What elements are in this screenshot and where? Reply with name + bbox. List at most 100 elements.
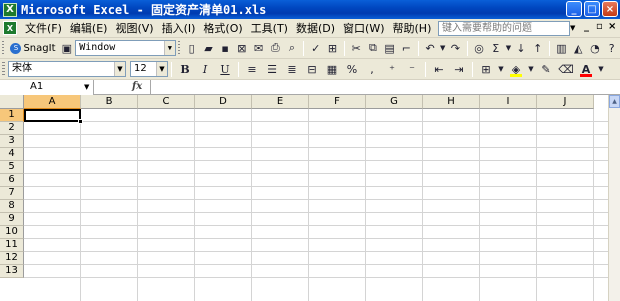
chevron-down-icon[interactable]: ▼ (156, 62, 167, 76)
excel-app-icon[interactable]: X (3, 2, 17, 17)
formula-input[interactable] (150, 80, 620, 95)
row-header-4[interactable]: 4 (0, 148, 24, 161)
toolbar-grip[interactable] (2, 40, 5, 56)
doc-minimize-button[interactable]: _ (584, 21, 589, 32)
help-dropdown-icon[interactable]: ▼ (570, 21, 580, 36)
window-combo[interactable]: Window ▼ (75, 40, 176, 56)
sort-descending-icon[interactable]: ↑ (530, 39, 545, 57)
font-size-combo[interactable]: 12 ▼ (130, 61, 168, 77)
sort-ascending-icon[interactable]: ↓ (514, 39, 529, 57)
increase-indent-icon[interactable]: ⇥ (450, 60, 468, 78)
column-header-f[interactable]: F (309, 95, 366, 109)
align-right-icon[interactable]: ≣ (283, 60, 301, 78)
italic-button[interactable]: I (196, 60, 214, 78)
chevron-down-icon[interactable]: ▼ (163, 41, 175, 55)
row-header-12[interactable]: 12 (0, 252, 24, 265)
print-icon[interactable]: ⎙ (268, 39, 283, 57)
column-header-j[interactable]: J (537, 95, 594, 109)
chevron-down-icon[interactable]: ▼ (114, 62, 125, 76)
comma-button[interactable]: , (363, 60, 381, 78)
permission-icon[interactable]: ⊠ (235, 39, 250, 57)
copy-icon[interactable]: ⧉ (366, 39, 381, 57)
align-center-icon[interactable]: ☰ (263, 60, 281, 78)
active-cell[interactable] (24, 109, 81, 122)
toolbar-grip[interactable] (177, 40, 181, 56)
minimize-button[interactable]: _ (566, 1, 582, 17)
percent-button[interactable]: % (343, 60, 361, 78)
row-header-7[interactable]: 7 (0, 187, 24, 200)
research-icon[interactable]: ⊞ (325, 39, 340, 57)
menu-format[interactable]: 格式(O) (199, 20, 246, 37)
select-all-corner[interactable] (0, 95, 24, 109)
menu-edit[interactable]: 编辑(E) (66, 20, 112, 37)
redo-icon[interactable]: ↷ (448, 39, 463, 57)
paste-icon[interactable]: ▤ (382, 39, 397, 57)
scroll-up-icon[interactable]: ▲ (609, 95, 620, 108)
fill-color-dropdown-icon[interactable]: ▼ (527, 60, 535, 78)
font-color-dropdown-icon[interactable]: ▼ (597, 60, 605, 78)
row-header-10[interactable]: 10 (0, 226, 24, 239)
new-file-icon[interactable]: ▯ (184, 39, 199, 57)
row-header-13[interactable]: 13 (0, 265, 24, 278)
menu-data[interactable]: 数据(D) (292, 20, 339, 37)
menu-help[interactable]: 帮助(H) (389, 20, 436, 37)
format-cells-icon[interactable]: ✎ (537, 60, 555, 78)
menu-insert[interactable]: 插入(I) (158, 20, 200, 37)
decrease-decimal-icon[interactable]: ⁻ (403, 60, 421, 78)
print-preview-icon[interactable]: ⌕ (285, 39, 300, 57)
spelling-icon[interactable]: ✓ (308, 39, 323, 57)
help-icon[interactable]: ? (604, 39, 619, 57)
workbook-icon[interactable]: X (3, 21, 17, 35)
doc-restore-button[interactable]: ▫ (596, 21, 603, 32)
row-header-1[interactable]: 1 (0, 109, 24, 122)
cut-icon[interactable]: ✂ (349, 39, 364, 57)
column-header-c[interactable]: C (138, 95, 195, 109)
column-header-i[interactable]: I (480, 95, 537, 109)
merge-center-icon[interactable]: ⊟ (303, 60, 321, 78)
align-left-icon[interactable]: ≡ (243, 60, 261, 78)
insert-function-icon[interactable]: fx (132, 80, 142, 94)
name-box[interactable]: A1 (0, 80, 94, 95)
row-header-5[interactable]: 5 (0, 161, 24, 174)
email-icon[interactable]: ✉ (251, 39, 266, 57)
row-header-6[interactable]: 6 (0, 174, 24, 187)
borders-dropdown-icon[interactable]: ▼ (497, 60, 505, 78)
decrease-indent-icon[interactable]: ⇤ (430, 60, 448, 78)
underline-button[interactable]: U (216, 60, 234, 78)
clear-format-icon[interactable]: ⌫ (557, 60, 575, 78)
capture-settings-icon[interactable]: ▣ (59, 39, 74, 57)
menu-tools[interactable]: 工具(T) (247, 20, 292, 37)
column-header-a[interactable]: A (24, 95, 81, 109)
doc-close-button[interactable]: × (608, 21, 616, 32)
column-header-h[interactable]: H (423, 95, 480, 109)
row-header-3[interactable]: 3 (0, 135, 24, 148)
font-color-icon[interactable]: A (577, 60, 595, 78)
worksheet-grid[interactable]: ▲ A B C D E F G H I J 1 2 3 4 5 6 7 8 9 10 11 12 13 (0, 95, 620, 301)
currency-icon[interactable]: ▦ (323, 60, 341, 78)
drawing-icon[interactable]: ◭ (571, 39, 586, 57)
snagit-button[interactable]: S SnagIt (7, 42, 58, 54)
menu-file[interactable]: 文件(F) (21, 20, 66, 37)
autosum-icon[interactable]: Σ (488, 39, 503, 57)
maximize-button[interactable]: □ (584, 1, 600, 17)
fill-color-icon[interactable]: ◈ (507, 60, 525, 78)
column-header-d[interactable]: D (195, 95, 252, 109)
column-header-b[interactable]: B (81, 95, 138, 109)
row-header-9[interactable]: 9 (0, 213, 24, 226)
name-box-dropdown-icon[interactable]: ▼ (84, 80, 89, 94)
borders-icon[interactable]: ⊞ (477, 60, 495, 78)
row-header-8[interactable]: 8 (0, 200, 24, 213)
close-button[interactable]: × (602, 1, 618, 17)
increase-decimal-icon[interactable]: ⁺ (383, 60, 401, 78)
vertical-scrollbar[interactable]: ▲ (608, 95, 620, 301)
menu-window[interactable]: 窗口(W) (339, 20, 388, 37)
menu-view[interactable]: 视图(V) (111, 20, 157, 37)
toolbar-grip[interactable] (2, 61, 5, 77)
hyperlink-icon[interactable]: ◎ (472, 39, 487, 57)
zoom-icon[interactable]: ◔ (588, 39, 603, 57)
open-folder-icon[interactable]: ▰ (201, 39, 216, 57)
row-header-2[interactable]: 2 (0, 122, 24, 135)
undo-dropdown-icon[interactable]: ▼ (439, 39, 446, 57)
bold-button[interactable]: B (176, 60, 194, 78)
column-header-g[interactable]: G (366, 95, 423, 109)
